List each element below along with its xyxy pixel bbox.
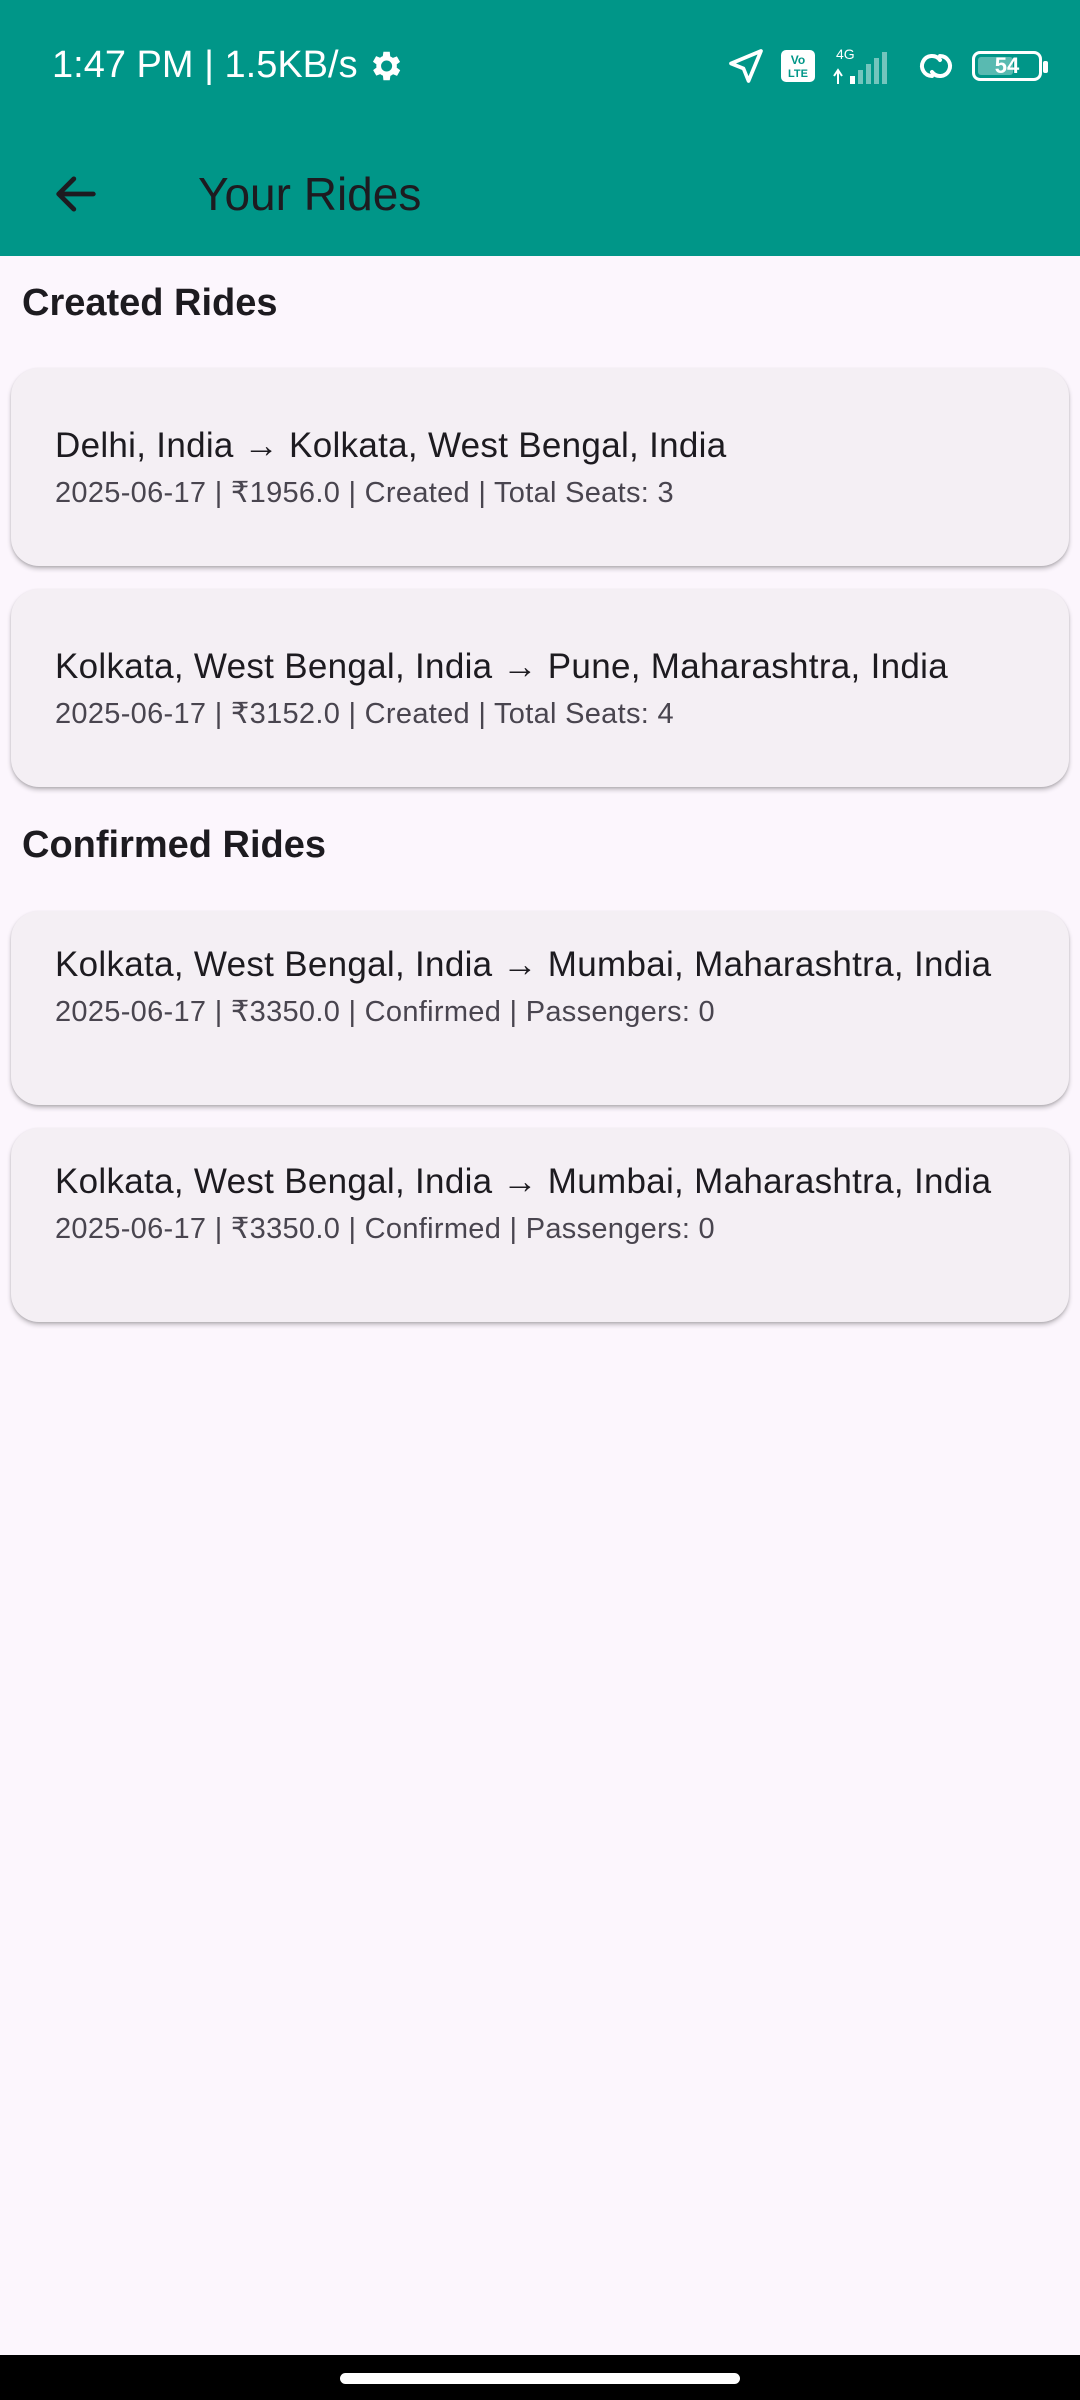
ride-route: Delhi, India → Kolkata, West Bengal, Ind… <box>55 426 727 465</box>
ride-details: 2025-06-17 | ₹3350.0 | Confirmed | Passe… <box>55 1213 715 1245</box>
app-bar: 1:47 PM | 1.5KB/s Vo LTE 4G 54 Your Ride… <box>0 0 1080 256</box>
ride-card-created-1[interactable]: Delhi, India → Kolkata, West Bengal, Ind… <box>11 368 1069 566</box>
status-bar: 1:47 PM | 1.5KB/s Vo LTE 4G 54 <box>0 0 1080 134</box>
battery-level: 54 <box>994 53 1020 78</box>
ride-details: 2025-06-17 | ₹1956.0 | Created | Total S… <box>55 477 674 509</box>
signal-icon: 4G <box>833 46 887 84</box>
arrow-left-icon <box>56 176 96 212</box>
ride-card-confirmed-1[interactable]: Kolkata, West Bengal, India → Mumbai, Ma… <box>11 911 1069 1105</box>
location-arrow-icon <box>729 49 763 83</box>
status-time-text: 1:47 PM | 1.5KB/s <box>52 44 358 86</box>
hotspot-link-icon <box>920 54 952 78</box>
ride-card-created-2[interactable]: Kolkata, West Bengal, India → Pune, Maha… <box>11 589 1069 787</box>
ride-details: 2025-06-17 | ₹3152.0 | Created | Total S… <box>55 698 674 730</box>
home-indicator[interactable] <box>340 2373 740 2384</box>
ride-route: Kolkata, West Bengal, India → Mumbai, Ma… <box>55 1162 992 1201</box>
battery-icon: 54 <box>972 51 1048 81</box>
page-title: Your Rides <box>198 168 422 220</box>
status-time: 1:47 PM | 1.5KB/s <box>52 44 404 87</box>
settings-gear-icon <box>372 51 400 80</box>
svg-text:LTE: LTE <box>788 68 808 80</box>
section-title-confirmed: Confirmed Rides <box>22 824 327 866</box>
volte-icon: Vo LTE <box>781 50 815 82</box>
section-title-created: Created Rides <box>22 282 278 324</box>
ride-route: Kolkata, West Bengal, India → Pune, Maha… <box>55 647 948 686</box>
system-nav-bar <box>0 2355 1080 2400</box>
ride-card-confirmed-2[interactable]: Kolkata, West Bengal, India → Mumbai, Ma… <box>11 1128 1069 1322</box>
ride-route: Kolkata, West Bengal, India → Mumbai, Ma… <box>55 945 992 984</box>
ride-details: 2025-06-17 | ₹3350.0 | Confirmed | Passe… <box>55 996 715 1028</box>
status-icons: Vo LTE 4G 54 <box>726 44 1048 88</box>
svg-text:4G: 4G <box>836 46 855 62</box>
back-button[interactable] <box>38 156 114 232</box>
toolbar: Your Rides <box>0 134 1080 256</box>
svg-text:Vo: Vo <box>791 53 805 67</box>
